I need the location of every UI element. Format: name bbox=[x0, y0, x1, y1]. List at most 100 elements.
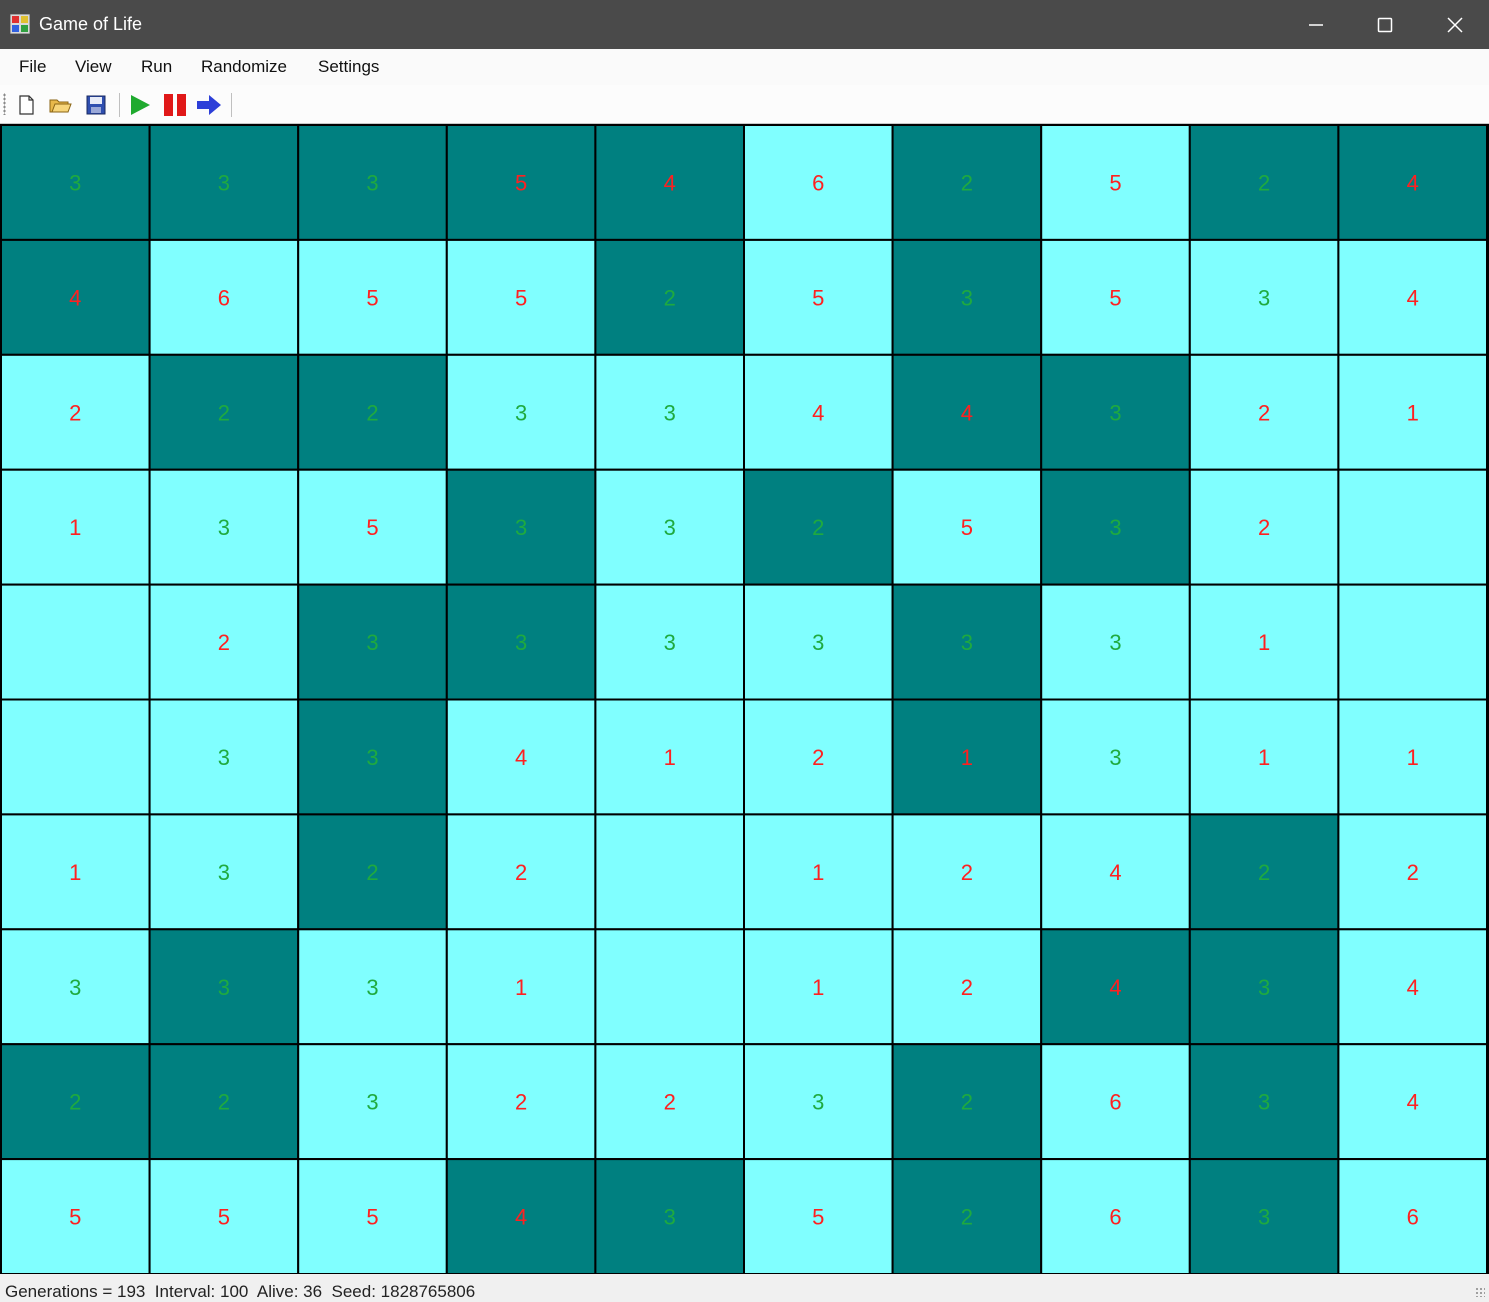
resize-grip[interactable] bbox=[1475, 1287, 1485, 1297]
neighbor-count: 5 bbox=[515, 285, 527, 310]
universe-panel[interactable]: 3 3 3 5 4 6 2 5 2 4 4 6 5 5 2 5 3 5 3 4 2 2 2 3 3 4 4 3 2 1 1 3 5 3 3 2 5 3 2 2… bbox=[0, 124, 1489, 1274]
neighbor-count: 5 bbox=[69, 1205, 81, 1230]
neighbor-count: 5 bbox=[366, 1205, 378, 1230]
neighbor-count: 4 bbox=[1407, 170, 1419, 195]
neighbor-count: 3 bbox=[812, 1090, 824, 1115]
next-generation-button[interactable] bbox=[196, 92, 222, 118]
neighbor-count: 1 bbox=[1407, 400, 1419, 425]
neighbor-count: 3 bbox=[69, 975, 81, 1000]
neighbor-count: 3 bbox=[218, 745, 230, 770]
neighbor-count: 3 bbox=[366, 1090, 378, 1115]
neighbor-count: 4 bbox=[812, 400, 824, 425]
neighbor-count: 1 bbox=[1407, 745, 1419, 770]
neighbor-count: 2 bbox=[515, 860, 527, 885]
toolbar-grip[interactable] bbox=[3, 93, 6, 115]
new-icon bbox=[19, 95, 34, 115]
neighbor-count: 3 bbox=[1258, 975, 1270, 1000]
menu-settings[interactable]: Settings bbox=[318, 57, 379, 77]
neighbor-count: 3 bbox=[515, 630, 527, 655]
neighbor-count: 3 bbox=[366, 975, 378, 1000]
next-icon bbox=[197, 95, 221, 115]
neighbor-count: 3 bbox=[218, 975, 230, 1000]
neighbor-count: 2 bbox=[1258, 400, 1270, 425]
neighbor-count: 3 bbox=[218, 860, 230, 885]
menu-file[interactable]: File bbox=[19, 57, 46, 77]
neighbor-count: 3 bbox=[1258, 1090, 1270, 1115]
neighbor-count: 2 bbox=[664, 1090, 676, 1115]
menu-view[interactable]: View bbox=[75, 57, 112, 77]
toolbar-separator bbox=[231, 93, 232, 117]
neighbor-count: 1 bbox=[515, 975, 527, 1000]
open-button[interactable] bbox=[47, 92, 73, 118]
neighbor-count: 2 bbox=[812, 515, 824, 540]
neighbor-count: 3 bbox=[218, 515, 230, 540]
neighbor-count: 2 bbox=[1258, 860, 1270, 885]
neighbor-count: 2 bbox=[961, 860, 973, 885]
universe-grid[interactable]: 3 3 3 5 4 6 2 5 2 4 4 6 5 5 2 5 3 5 3 4 2 2 2 3 3 4 4 3 2 1 1 3 5 3 3 2 5 3 2 2… bbox=[0, 124, 1489, 1274]
play-icon bbox=[131, 95, 150, 115]
neighbor-count: 3 bbox=[366, 745, 378, 770]
title-bar: Game of Life bbox=[0, 0, 1489, 49]
neighbor-count: 3 bbox=[1109, 515, 1121, 540]
app-icon bbox=[10, 14, 30, 34]
pause-icon bbox=[164, 94, 186, 116]
neighbor-count: 2 bbox=[1407, 860, 1419, 885]
neighbor-count: 5 bbox=[812, 285, 824, 310]
neighbor-count: 2 bbox=[69, 1090, 81, 1115]
minimize-button[interactable] bbox=[1281, 0, 1351, 49]
status-text: Generations = 193 Interval: 100 Alive: 3… bbox=[5, 1282, 476, 1301]
neighbor-count: 5 bbox=[366, 515, 378, 540]
toolbar bbox=[0, 85, 1489, 124]
neighbor-count: 2 bbox=[1258, 515, 1270, 540]
cell[interactable] bbox=[1337, 468, 1489, 586]
maximize-button[interactable] bbox=[1350, 0, 1420, 49]
neighbor-count: 4 bbox=[1407, 1090, 1419, 1115]
neighbor-count: 3 bbox=[1109, 400, 1121, 425]
neighbor-count: 3 bbox=[1109, 630, 1121, 655]
menu-randomize[interactable]: Randomize bbox=[201, 57, 287, 77]
neighbor-count: 3 bbox=[664, 515, 676, 540]
neighbor-count: 2 bbox=[218, 400, 230, 425]
neighbor-count: 3 bbox=[515, 515, 527, 540]
neighbor-count: 1 bbox=[664, 745, 676, 770]
neighbor-count: 4 bbox=[1109, 860, 1121, 885]
neighbor-count: 3 bbox=[1258, 285, 1270, 310]
neighbor-count: 4 bbox=[515, 1205, 527, 1230]
neighbor-count: 2 bbox=[812, 745, 824, 770]
new-button[interactable] bbox=[13, 92, 39, 118]
neighbor-count: 2 bbox=[218, 1090, 230, 1115]
start-button[interactable] bbox=[127, 92, 153, 118]
neighbor-count: 5 bbox=[366, 285, 378, 310]
neighbor-count: 4 bbox=[69, 285, 81, 310]
open-icon bbox=[49, 99, 72, 113]
cell[interactable] bbox=[1337, 583, 1489, 701]
neighbor-count: 2 bbox=[664, 285, 676, 310]
neighbor-count: 5 bbox=[218, 1205, 230, 1230]
neighbor-count: 4 bbox=[664, 170, 676, 195]
neighbor-count: 3 bbox=[961, 285, 973, 310]
neighbor-count: 2 bbox=[961, 170, 973, 195]
maximize-icon bbox=[1377, 17, 1393, 32]
pause-button[interactable] bbox=[162, 92, 188, 118]
save-button[interactable] bbox=[83, 92, 109, 118]
neighbor-count: 6 bbox=[218, 285, 230, 310]
neighbor-count: 6 bbox=[812, 170, 824, 195]
close-button[interactable] bbox=[1420, 0, 1489, 49]
cell[interactable] bbox=[0, 698, 151, 816]
neighbor-count: 5 bbox=[515, 170, 527, 195]
neighbor-count: 2 bbox=[515, 1090, 527, 1115]
neighbor-count: 4 bbox=[515, 745, 527, 770]
neighbor-count: 1 bbox=[961, 745, 973, 770]
neighbor-count: 3 bbox=[1109, 745, 1121, 770]
neighbor-count: 3 bbox=[961, 630, 973, 655]
neighbor-count: 3 bbox=[812, 630, 824, 655]
save-icon bbox=[86, 95, 106, 115]
menu-run[interactable]: Run bbox=[141, 57, 172, 77]
window-title: Game of Life bbox=[39, 14, 143, 34]
neighbor-count: 1 bbox=[1258, 745, 1270, 770]
neighbor-count: 6 bbox=[1407, 1205, 1419, 1230]
cell[interactable] bbox=[594, 928, 746, 1046]
neighbor-count: 3 bbox=[664, 1205, 676, 1230]
cell[interactable] bbox=[594, 813, 746, 931]
cell[interactable] bbox=[0, 583, 151, 701]
